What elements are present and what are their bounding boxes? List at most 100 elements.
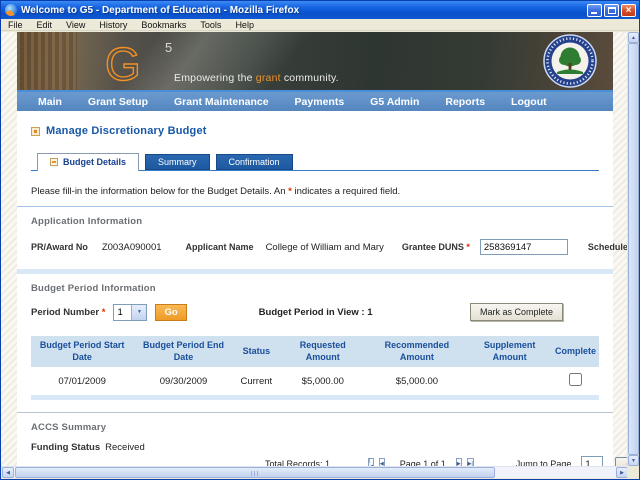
period-number-label: Period Number * (31, 307, 105, 318)
budget-icon (31, 127, 40, 136)
nav-main[interactable]: Main (25, 96, 75, 108)
budget-period-title: Budget Period Information (31, 283, 599, 294)
svg-text:G: G (105, 38, 141, 86)
scrollbar-corner (627, 466, 638, 478)
menu-tools[interactable]: Tools (193, 20, 228, 30)
table-row: 07/01/2009 09/30/2009 Current $5,000.00 … (31, 367, 599, 395)
maximize-icon (608, 7, 616, 14)
menu-bar: File Edit View History Bookmarks Tools H… (1, 19, 639, 31)
scroll-down-icon[interactable]: ▼ (628, 455, 639, 466)
tab-bar: Budget Details Summary Confirmation (31, 153, 599, 171)
scroll-up-icon[interactable]: ▲ (628, 32, 639, 43)
g5-logo-five: 5 (165, 40, 172, 55)
cell-recommended: $5,000.00 (367, 367, 467, 395)
page-body: G 5 Empowering the grant community. (17, 32, 613, 466)
menu-bookmarks[interactable]: Bookmarks (134, 20, 193, 30)
required-asterisk: * (466, 242, 470, 252)
close-button[interactable]: × (621, 4, 636, 17)
minimize-icon (591, 12, 597, 14)
page-viewport: G 5 Empowering the grant community. (1, 32, 628, 466)
banner-tagline: Empowering the grant community. (174, 72, 339, 84)
col-requested: Requested Amount (279, 336, 367, 367)
tab-confirmation[interactable]: Confirmation (216, 154, 293, 170)
pr-award-value: Z003A090001 (102, 242, 162, 253)
col-end-date: Budget Period End Date (133, 336, 233, 367)
nav-g5-admin[interactable]: G5 Admin (357, 96, 432, 108)
window-title: Welcome to G5 - Department of Education … (21, 5, 587, 16)
budget-period-table: Budget Period Start Date Budget Period E… (31, 336, 599, 395)
grantee-duns-input[interactable] (480, 239, 568, 255)
g5-banner: G 5 Empowering the grant community. (17, 32, 613, 90)
nav-payments[interactable]: Payments (282, 96, 358, 108)
tab-page-icon (50, 158, 58, 166)
next-page-button[interactable]: ▶ (456, 458, 462, 466)
menu-edit[interactable]: Edit (30, 20, 60, 30)
cell-start-date: 07/01/2009 (31, 367, 133, 395)
cell-status: Current (234, 367, 279, 395)
menu-view[interactable]: View (59, 20, 92, 30)
menu-file[interactable]: File (1, 20, 30, 30)
application-info-title: Application Information (31, 216, 599, 227)
application-info-row: PR/Award No Z003A090001 Applicant Name C… (31, 239, 599, 255)
grantee-duns-label: Grantee DUNS * (402, 242, 470, 252)
required-asterisk: * (102, 307, 106, 318)
pagination-bar: Total Records: 1 |◀ ◀ Page 1 of 1 ▶ ▶| J… (31, 456, 599, 466)
col-supplement: Supplement Amount (467, 336, 552, 367)
applicant-name-label: Applicant Name (186, 242, 254, 252)
tab-budget-details[interactable]: Budget Details (37, 153, 139, 171)
col-status: Status (234, 336, 279, 367)
page-indicator: Page 1 of 1 (400, 459, 446, 466)
last-page-button[interactable]: ▶| (467, 458, 474, 466)
vertical-scrollbar[interactable]: ▲ ▼ (627, 32, 638, 466)
funding-status-value: Received (105, 442, 145, 453)
cell-end-date: 09/30/2009 (133, 367, 233, 395)
col-recommended: Recommended Amount (367, 336, 467, 367)
browser-window: Welcome to G5 - Department of Education … (0, 0, 640, 480)
page-title: Manage Discretionary Budget (46, 125, 207, 137)
section-divider (17, 412, 613, 413)
first-page-button[interactable]: |◀ (368, 458, 374, 466)
table-header-row: Budget Period Start Date Budget Period E… (31, 336, 599, 367)
menu-history[interactable]: History (92, 20, 134, 30)
col-complete: Complete (552, 336, 599, 367)
pr-award-label: PR/Award No (31, 242, 88, 252)
mark-as-complete-button[interactable]: Mark as Complete (470, 303, 563, 321)
cell-supplement (467, 367, 552, 395)
section-divider (17, 206, 613, 207)
funding-status-row: Funding StatusReceived (31, 442, 599, 453)
scroll-left-icon[interactable]: ◀ (2, 467, 14, 478)
complete-checkbox[interactable] (569, 373, 582, 386)
cell-complete (552, 367, 599, 395)
accs-summary-title: ACCS Summary (31, 422, 599, 433)
period-go-button[interactable]: Go (155, 304, 186, 321)
page-heading: Manage Discretionary Budget (31, 125, 599, 137)
schedule-no-label: Schedule No (588, 242, 628, 252)
instruction-text: Please fill-in the information below for… (31, 186, 599, 197)
horizontal-scrollbar[interactable]: ◀ ▶ (2, 466, 628, 478)
main-nav: Main Grant Setup Grant Maintenance Payme… (17, 92, 613, 111)
horizontal-scroll-thumb[interactable] (15, 467, 495, 478)
minimize-button[interactable] (587, 4, 602, 17)
chevron-down-icon: ▼ (131, 305, 146, 320)
period-selected-value: 1 (114, 305, 131, 320)
cell-requested: $5,000.00 (279, 367, 367, 395)
nav-logout[interactable]: Logout (498, 96, 560, 108)
jump-to-page-input[interactable] (581, 456, 603, 466)
menu-help[interactable]: Help (228, 20, 261, 30)
section-band (17, 269, 613, 274)
page-content: Manage Discretionary Budget Budget Detai… (17, 111, 613, 466)
tab-summary[interactable]: Summary (145, 154, 210, 170)
applicant-name-value: College of William and Mary (266, 242, 384, 253)
nav-reports[interactable]: Reports (432, 96, 498, 108)
dept-of-education-seal-icon (543, 34, 597, 88)
nav-grant-maintenance[interactable]: Grant Maintenance (161, 96, 282, 108)
jump-to-page-label: Jump to Page (516, 459, 572, 466)
table-band (31, 395, 599, 400)
col-start-date: Budget Period Start Date (31, 336, 133, 367)
prev-page-button[interactable]: ◀ (379, 458, 385, 466)
vertical-scroll-thumb[interactable] (628, 43, 639, 455)
nav-grant-setup[interactable]: Grant Setup (75, 96, 161, 108)
period-number-select[interactable]: 1 ▼ (113, 304, 147, 321)
maximize-button[interactable] (604, 4, 619, 17)
g5-logo-icon: G (101, 38, 163, 86)
